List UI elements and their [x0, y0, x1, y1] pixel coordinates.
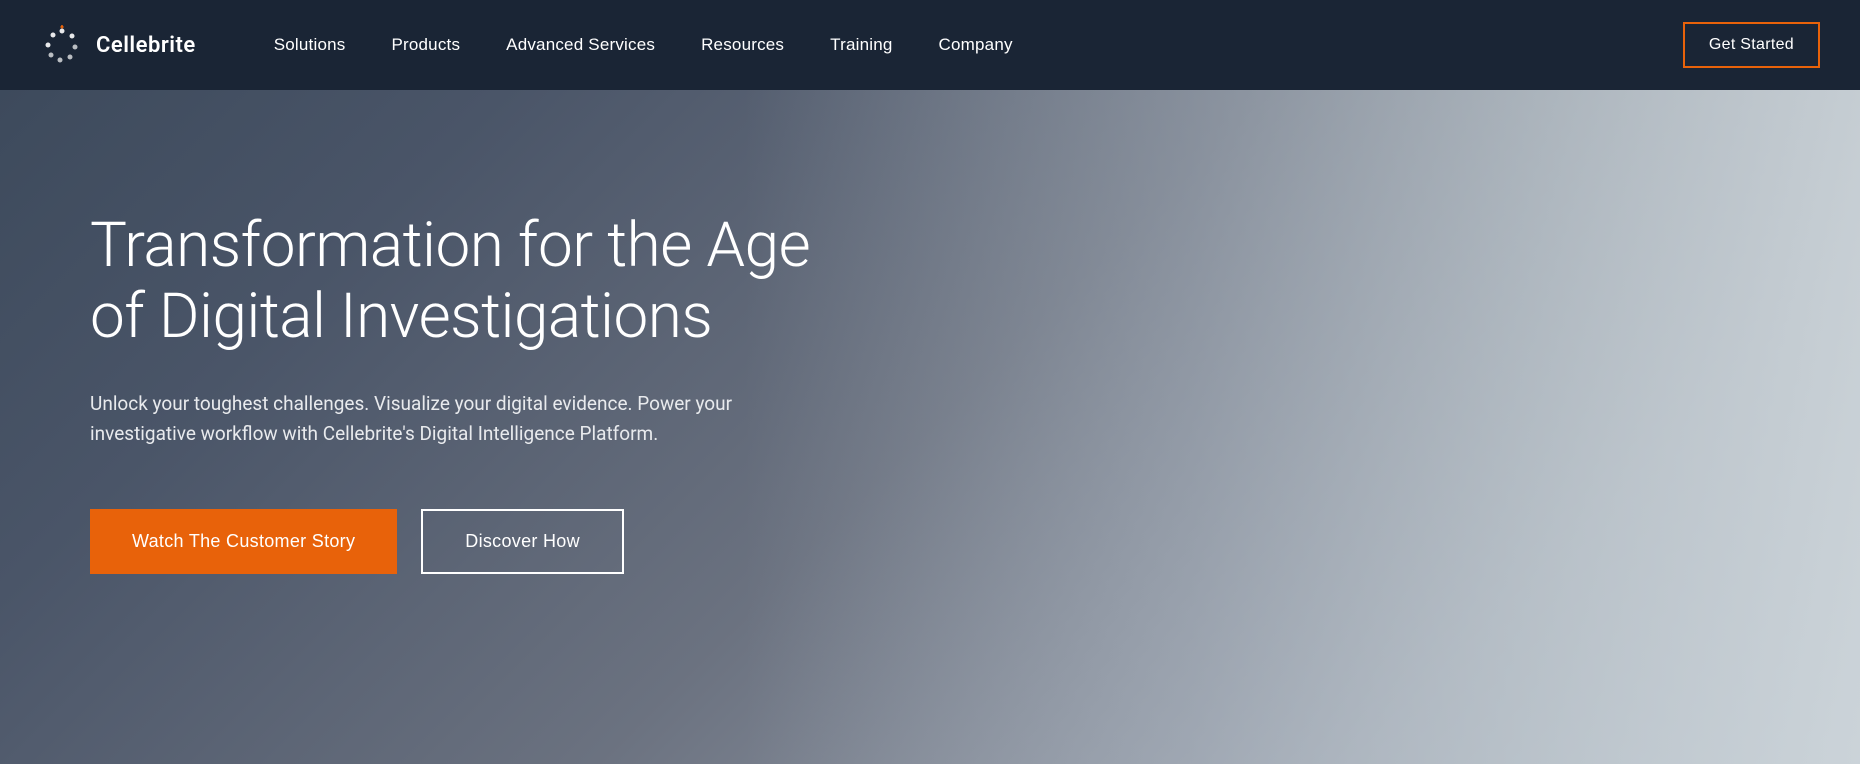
navbar-nav: Solutions Products Advanced Services Res…: [256, 25, 1683, 65]
logo-text: Cellebrite: [96, 33, 196, 58]
hero-title: Transformation for the Age of Digital In…: [90, 210, 870, 353]
nav-solutions[interactable]: Solutions: [256, 25, 364, 65]
navbar: Cellebrite Solutions Products Advanced S…: [0, 0, 1860, 90]
nav-advanced-services[interactable]: Advanced Services: [488, 25, 673, 65]
hero-section: Transformation for the Age of Digital In…: [0, 90, 1860, 764]
nav-company[interactable]: Company: [921, 25, 1031, 65]
nav-products[interactable]: Products: [373, 25, 478, 65]
nav-training[interactable]: Training: [812, 25, 910, 65]
get-started-button[interactable]: Get Started: [1683, 22, 1820, 68]
hero-buttons: Watch The Customer Story Discover How: [90, 509, 870, 574]
watch-customer-story-button[interactable]: Watch The Customer Story: [90, 509, 397, 574]
hero-subtitle: Unlock your toughest challenges. Visuali…: [90, 389, 770, 450]
logo-link[interactable]: Cellebrite: [40, 23, 196, 67]
nav-resources[interactable]: Resources: [683, 25, 802, 65]
discover-how-button[interactable]: Discover How: [421, 509, 624, 574]
cellebrite-logo-icon: [40, 23, 84, 67]
hero-content: Transformation for the Age of Digital In…: [90, 210, 870, 574]
